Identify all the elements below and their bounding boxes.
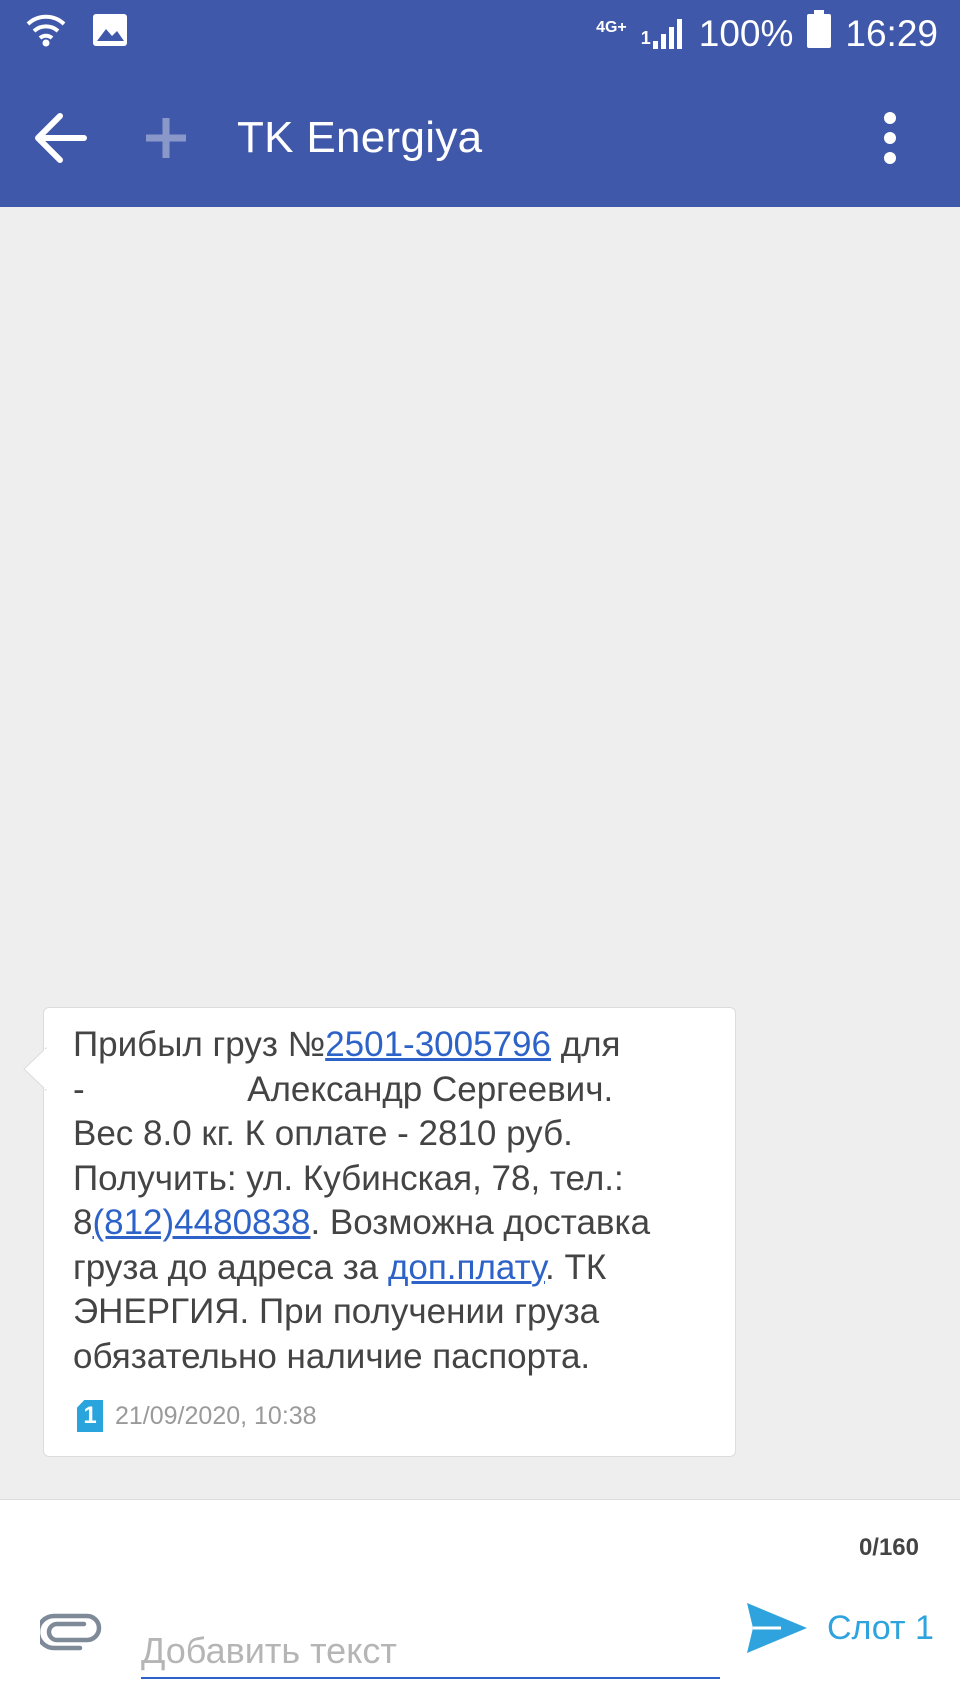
message-text-part: Прибыл груз № [73,1025,326,1064]
send-slot-label: Слот 1 [827,1608,934,1647]
back-button[interactable] [34,112,90,164]
signal-icon: 1 [640,18,685,49]
cargo-number-link[interactable]: 2501-3005796 [325,1025,551,1064]
add-recipient-button[interactable] [140,112,192,164]
wifi-icon [26,12,66,53]
status-bar: 4G+ 1 100% 16:29 [0,0,960,68]
conversation-title: TK Energiya [237,113,483,162]
more-options-button[interactable] [870,108,910,168]
app-bar: TK Energiya [0,68,960,207]
clock: 16:29 [845,12,938,54]
more-vert-icon [884,112,896,164]
send-button[interactable]: Слот 1 [745,1601,934,1655]
image-icon [92,13,128,52]
sim-slot-icon: 1 [77,1400,103,1432]
composer: 0/160 Слот 1 [0,1499,960,1707]
paperclip-icon [35,1613,102,1651]
character-counter: 0/160 [858,1534,919,1561]
send-icon [747,1603,807,1653]
add-icon [146,118,186,158]
bubble-tail [23,1046,48,1092]
extra-payment-link[interactable]: доп.плату [388,1248,545,1287]
message-thread[interactable]: Прибыл груз №2501-3005796 для - Александ… [0,207,960,1499]
phone-link[interactable]: (812)4480838 [92,1203,310,1242]
message-timestamp: 21/09/2020, 10:38 [115,1401,317,1430]
network-type: 4G+ [596,18,627,36]
back-arrow-icon [35,113,87,163]
message-text: Прибыл груз №2501-3005796 для - Александ… [73,1023,713,1379]
message-input[interactable] [141,1625,720,1679]
redacted-name [94,1076,238,1107]
battery-percent: 100% [698,12,794,54]
attach-button[interactable] [35,1612,102,1652]
message-meta: 1 21/09/2020, 10:38 [77,1400,317,1432]
battery-icon [807,10,832,57]
sim-indicator: 1 [640,27,651,48]
message-bubble[interactable]: Прибыл груз №2501-3005796 для - Александ… [23,1007,736,1457]
